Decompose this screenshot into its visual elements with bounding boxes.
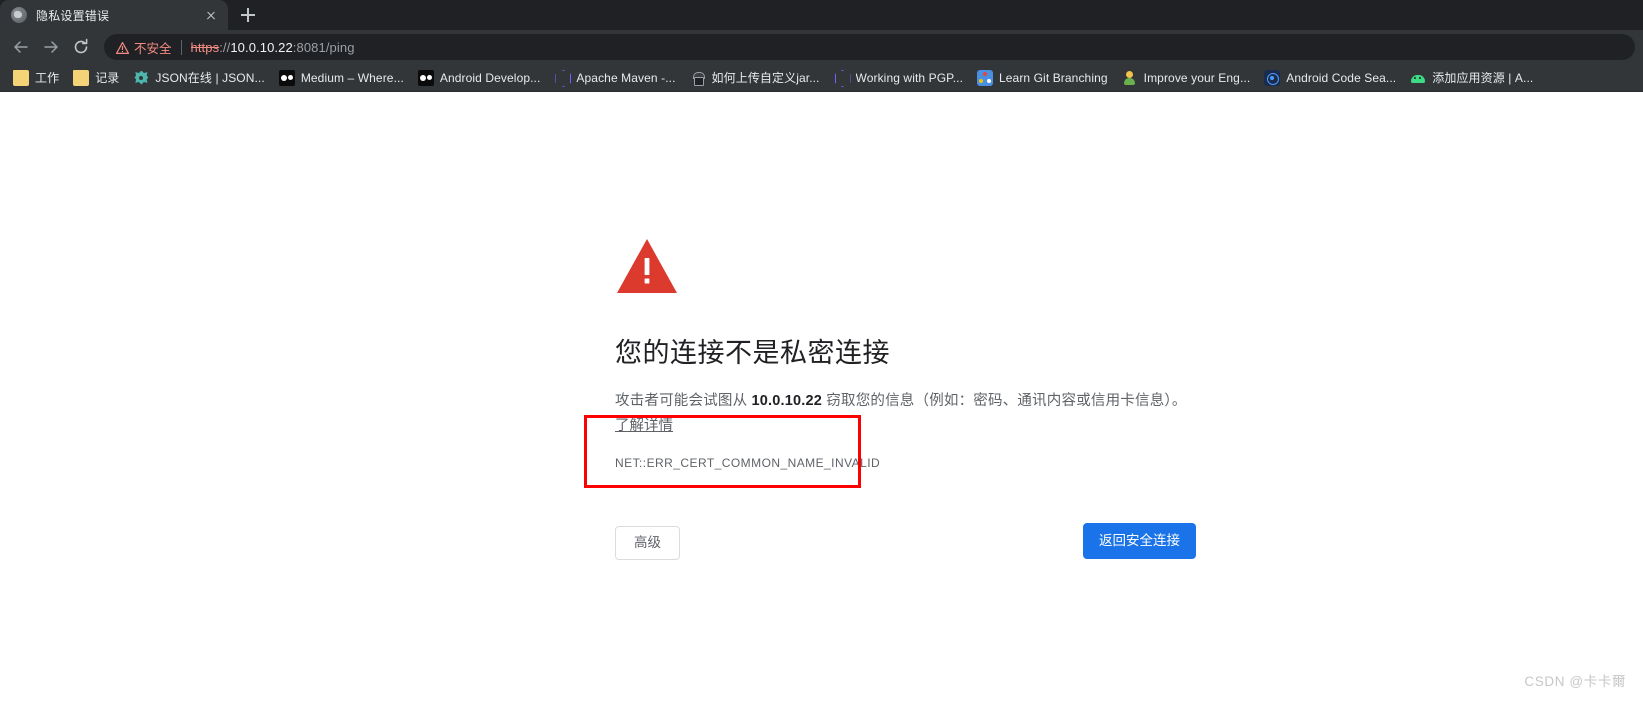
hexagon-icon	[554, 70, 570, 86]
error-description-suffix: 窃取您的信息（例如：密码、通讯内容或信用卡信息）。	[822, 393, 1187, 410]
error-description-prefix: 攻击者可能会试图从	[615, 393, 752, 410]
bookmark-item[interactable]: Working with PGP...	[827, 67, 971, 89]
forward-button[interactable]	[38, 34, 64, 60]
new-tab-button[interactable]	[234, 1, 262, 29]
arrow-right-icon	[44, 41, 58, 53]
bookmark-label: Improve your Eng...	[1143, 70, 1251, 85]
back-to-safety-button[interactable]: 返回安全连接	[1083, 522, 1196, 559]
reload-icon	[74, 38, 88, 54]
json-icon	[133, 70, 149, 86]
bookmarks-bar: 工作 记录 JSON在线 | JSON... Medium – Where... And…	[0, 64, 1643, 92]
bookmark-item[interactable]: JSON在线 | JSON...	[126, 67, 271, 89]
person-icon	[1122, 70, 1138, 86]
browser-chrome: 隐私设置错误 不安全 https://10.0.10.22:8081/ping …	[0, 0, 1643, 92]
error-host: 10.0.10.22	[751, 393, 823, 410]
bookmark-label: 添加应用资源 | A...	[1432, 71, 1534, 85]
url-separator: ://	[219, 39, 231, 55]
git-branch-icon	[977, 69, 993, 86]
tab-active[interactable]: 隐私设置错误	[0, 0, 228, 30]
bookmark-item[interactable]: Android Code Sea...	[1257, 67, 1403, 89]
bookmark-item[interactable]: Android Develop...	[411, 67, 548, 89]
bookmark-item[interactable]: Medium – Where...	[272, 67, 411, 89]
browser-window: 隐私设置错误 不安全 https://10.0.10.22:8081/ping …	[0, 0, 1643, 702]
watermark: CSDN @卡卡爾	[1524, 674, 1626, 689]
bookmark-label: Apache Maven -...	[576, 70, 676, 85]
interstitial-buttons: 高级 返回安全连接	[615, 522, 1215, 560]
bookmark-item[interactable]: 添加应用资源 | A...	[1403, 67, 1540, 89]
red-warning-triangle-icon	[615, 237, 679, 295]
jar-icon	[690, 70, 706, 86]
bookmark-label: JSON在线 | JSON...	[155, 71, 265, 85]
bookmark-label: Learn Git Branching	[999, 70, 1108, 85]
error-description: 攻击者可能会试图从 10.0.10.22 窃取您的信息（例如：密码、通讯内容或信…	[615, 390, 1215, 413]
bookmark-item[interactable]: 工作	[6, 67, 66, 89]
bookmark-item[interactable]: Learn Git Branching	[970, 67, 1115, 89]
url-scheme: https	[190, 39, 220, 55]
folder-icon	[73, 69, 90, 86]
medium-icon	[278, 69, 295, 86]
bookmark-label: Working with PGP...	[855, 70, 963, 85]
learn-more-row: 了解详情	[615, 414, 1215, 435]
arrow-left-icon	[14, 41, 28, 53]
folder-icon	[13, 69, 29, 86]
url-host: 10.0.10.22	[230, 39, 293, 55]
tab-title: 隐私设置错误	[36, 8, 110, 23]
advanced-button[interactable]: 高级	[615, 525, 680, 560]
warning-triangle-icon	[115, 41, 130, 54]
page-title: 您的连接不是私密连接	[615, 338, 890, 368]
bookmark-item[interactable]: Apache Maven -...	[547, 67, 682, 89]
medium-icon	[417, 69, 434, 86]
bookmark-item[interactable]: 记录	[66, 67, 126, 89]
bookmark-label: Android Develop...	[439, 70, 541, 85]
url-text: https://10.0.10.22:8081/ping	[191, 40, 355, 55]
hexagon-icon	[834, 70, 850, 86]
bookmark-label: 工作	[35, 71, 60, 85]
bookmark-label: 记录	[95, 71, 120, 85]
security-status-label: 不安全	[134, 41, 172, 56]
url-path: :8081/ping	[292, 39, 355, 55]
ssl-interstitial: 您的连接不是私密连接 攻击者可能会试图从 10.0.10.22 窃取您的信息（例…	[615, 237, 1215, 560]
globe-icon	[11, 7, 27, 23]
reload-button[interactable]	[68, 34, 94, 60]
address-bar[interactable]: 不安全 https://10.0.10.22:8081/ping	[104, 34, 1635, 60]
navigation-toolbar: 不安全 https://10.0.10.22:8081/ping	[0, 30, 1643, 64]
bookmark-label: Medium – Where...	[300, 70, 404, 85]
bookmark-item[interactable]: Improve your Eng...	[1115, 67, 1258, 89]
omnibox-divider	[180, 39, 182, 55]
learn-more-link[interactable]: 了解详情	[615, 418, 673, 434]
android-code-search-icon	[1264, 69, 1281, 86]
back-button[interactable]	[8, 34, 34, 60]
error-code: NET::ERR_CERT_COMMON_NAME_INVALID	[615, 455, 881, 470]
bookmark-label: 如何上传自定义jar...	[711, 71, 820, 85]
android-icon	[1410, 70, 1426, 86]
page-viewport: 您的连接不是私密连接 攻击者可能会试图从 10.0.10.22 窃取您的信息（例…	[0, 92, 1643, 702]
bookmark-label: Android Code Sea...	[1286, 70, 1397, 85]
close-icon[interactable]	[202, 6, 220, 24]
bookmark-item[interactable]: 如何上传自定义jar...	[683, 67, 827, 89]
tab-strip: 隐私设置错误	[0, 0, 1643, 30]
